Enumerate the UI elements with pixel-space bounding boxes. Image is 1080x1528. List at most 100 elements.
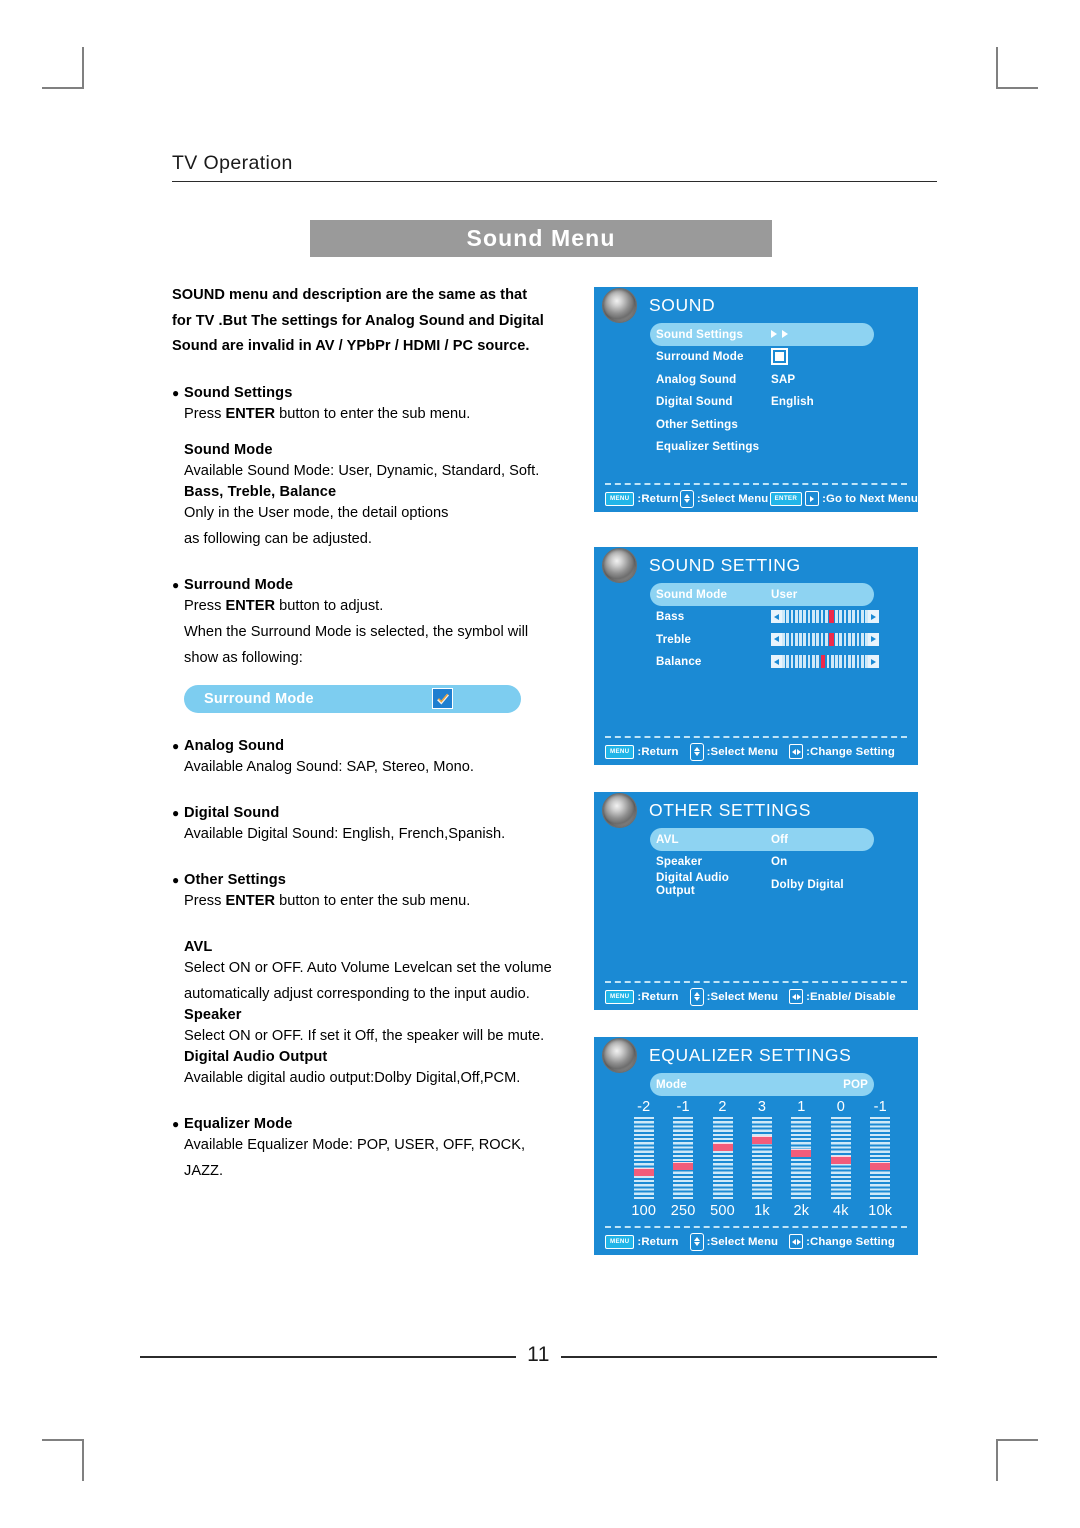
equalizer-track[interactable] xyxy=(633,1116,654,1201)
horizontal-slider[interactable] xyxy=(771,610,879,624)
osd-header-other-settings: OTHER SETTINGS xyxy=(594,792,918,828)
slider-left-cap[interactable] xyxy=(771,610,782,624)
sidebar-section-sound-mode-text: Available Sound Mode: User, Dynamic, Sta… xyxy=(184,462,540,479)
equalizer-track[interactable] xyxy=(791,1116,812,1201)
osd-hints-other-settings: MENU:Return:Select Menu:Enable/ Disable xyxy=(594,983,918,1010)
equalizer-band-500[interactable] xyxy=(703,1116,742,1201)
intro-line: for TV .But The settings for Analog Soun… xyxy=(172,312,544,329)
enter-key-emphasis: ENTER xyxy=(225,405,276,422)
slider-tick xyxy=(807,655,811,669)
equalizer-graph: -2 -1 2 3 1 0 -1 100 250 500 1k 2k 4k 10k xyxy=(594,1096,918,1219)
horizontal-slider[interactable] xyxy=(771,655,879,669)
equalizer-value-4k: 0 xyxy=(836,1098,845,1115)
hint--change-setting: :Change Setting xyxy=(789,744,895,759)
osd-footer-sound-setting: MENU:Return:Select Menu:Change Setting xyxy=(594,736,918,765)
osd-row-label: Digital Sound xyxy=(656,395,733,409)
sidebar-section-surround-mode-text: When the Surround Mode is selected, the … xyxy=(184,623,529,640)
slider-right-cap[interactable] xyxy=(867,610,879,624)
slider-tick xyxy=(852,610,855,624)
equalizer-band-250[interactable] xyxy=(663,1116,702,1201)
osd-row-digital-audio-output[interactable]: Digital Audio Output Dolby Digital xyxy=(656,871,905,897)
hint-label: :Return xyxy=(637,745,679,758)
horizontal-slider[interactable] xyxy=(771,632,879,646)
slider-ticks xyxy=(782,632,868,646)
equalizer-columns xyxy=(624,1116,900,1201)
osd-rows-sound: Sound Settings Surround Mode Analog Sound S… xyxy=(594,323,918,458)
osd-row-speaker[interactable]: Speaker On xyxy=(656,851,905,874)
equalizer-band-2k[interactable] xyxy=(782,1116,821,1201)
osd-row-digital-sound[interactable]: Digital Sound English xyxy=(656,391,905,414)
equalizer-knob[interactable] xyxy=(870,1161,891,1170)
equalizer-knob[interactable] xyxy=(791,1148,812,1157)
equalizer-track[interactable] xyxy=(870,1116,891,1201)
keycap-enter[interactable]: ENTER xyxy=(769,491,803,506)
osd-row-value: POP xyxy=(843,1077,868,1091)
checkbox-unchecked-icon[interactable] xyxy=(771,348,788,366)
osd-row-sound-mode[interactable]: Sound Mode User xyxy=(650,583,874,606)
slider-left-cap[interactable] xyxy=(771,632,782,646)
osd-row-label: Sound Mode xyxy=(656,587,728,601)
slider-right-cap[interactable] xyxy=(867,655,879,669)
osd-row-analog-sound[interactable]: Analog Sound SAP xyxy=(656,368,905,391)
slider-ticks xyxy=(782,655,868,669)
slider-tick xyxy=(811,655,815,669)
hint-label: :Select Menu xyxy=(696,492,769,505)
osd-row-surround-mode[interactable]: Surround Mode xyxy=(656,346,905,369)
checkbox-inner xyxy=(775,352,784,362)
running-head-label: TV Operation xyxy=(172,152,293,174)
equalizer-band-1k[interactable] xyxy=(742,1116,781,1201)
equalizer-freq-250: 250 xyxy=(670,1202,696,1219)
equalizer-knob[interactable] xyxy=(751,1135,772,1144)
equalizer-knob[interactable] xyxy=(633,1167,654,1176)
speaker-icon xyxy=(602,1037,637,1073)
crop-mark-top-left xyxy=(42,47,84,89)
osd-row-sound-settings[interactable]: Sound Settings xyxy=(650,323,874,346)
osd-row-equalizer-settings[interactable]: Equalizer Settings xyxy=(656,436,905,459)
slider-tick xyxy=(843,655,847,669)
hint--return: MENU:Return xyxy=(605,1234,679,1249)
osd-row-balance[interactable]: Balance xyxy=(656,651,905,674)
osd-row-other-settings[interactable]: Other Settings xyxy=(656,413,905,436)
hint--enable-disable: :Enable/ Disable xyxy=(789,989,896,1004)
keycap-menu[interactable]: MENU xyxy=(605,989,635,1004)
equalizer-track[interactable] xyxy=(673,1116,694,1201)
osd-footer-equalizer-settings: MENU:Return:Select Menu:Change Setting xyxy=(594,1226,918,1255)
osd-row-treble[interactable]: Treble xyxy=(656,628,905,651)
slider-tick xyxy=(835,655,838,669)
osd-row-avl[interactable]: AVL Off xyxy=(650,828,874,851)
sidebar-section-speaker-text: Select ON or OFF. If set it Off, the spe… xyxy=(184,1027,545,1044)
equalizer-track[interactable] xyxy=(712,1116,733,1201)
equalizer-knob[interactable] xyxy=(673,1161,694,1170)
equalizer-track[interactable] xyxy=(830,1116,851,1201)
keycap-menu[interactable]: MENU xyxy=(605,491,635,506)
equalizer-knob[interactable] xyxy=(830,1155,851,1164)
keycap-menu[interactable]: MENU xyxy=(605,1234,635,1249)
equalizer-freq-1k: 1k xyxy=(754,1202,770,1219)
osd-row-value: SAP xyxy=(771,372,796,386)
hint-label: :Select Menu xyxy=(706,990,779,1003)
osd-row-mode[interactable]: Mode POP xyxy=(650,1073,874,1096)
slider-tick xyxy=(816,655,819,669)
slider-tick xyxy=(848,632,851,646)
slider-right-cap[interactable] xyxy=(867,632,879,646)
right-arrow-icon xyxy=(805,491,820,506)
equalizer-freq-10k: 10k xyxy=(868,1202,893,1219)
slider-tick xyxy=(786,632,789,646)
osd-row-bass[interactable]: Bass xyxy=(656,606,905,629)
equalizer-track[interactable] xyxy=(751,1116,772,1201)
slider-left-cap[interactable] xyxy=(771,655,782,669)
equalizer-band-100[interactable] xyxy=(624,1116,663,1201)
slider-tick xyxy=(794,632,798,646)
equalizer-band-4k[interactable] xyxy=(821,1116,860,1201)
slider-tick xyxy=(839,655,843,669)
equalizer-knob[interactable] xyxy=(712,1142,733,1151)
intro-line: SOUND menu and description are the same … xyxy=(172,287,528,303)
slider-tick xyxy=(786,655,789,669)
hint--return: MENU:Return xyxy=(605,491,679,506)
equalizer-band-10k[interactable] xyxy=(861,1116,900,1201)
slider-tick xyxy=(782,655,785,669)
slider-tick xyxy=(848,655,851,669)
osd-rows-other-settings: AVL Off Speaker On Digital Audio Output Dolby… xyxy=(594,828,918,897)
keycap-menu[interactable]: MENU xyxy=(605,744,635,759)
